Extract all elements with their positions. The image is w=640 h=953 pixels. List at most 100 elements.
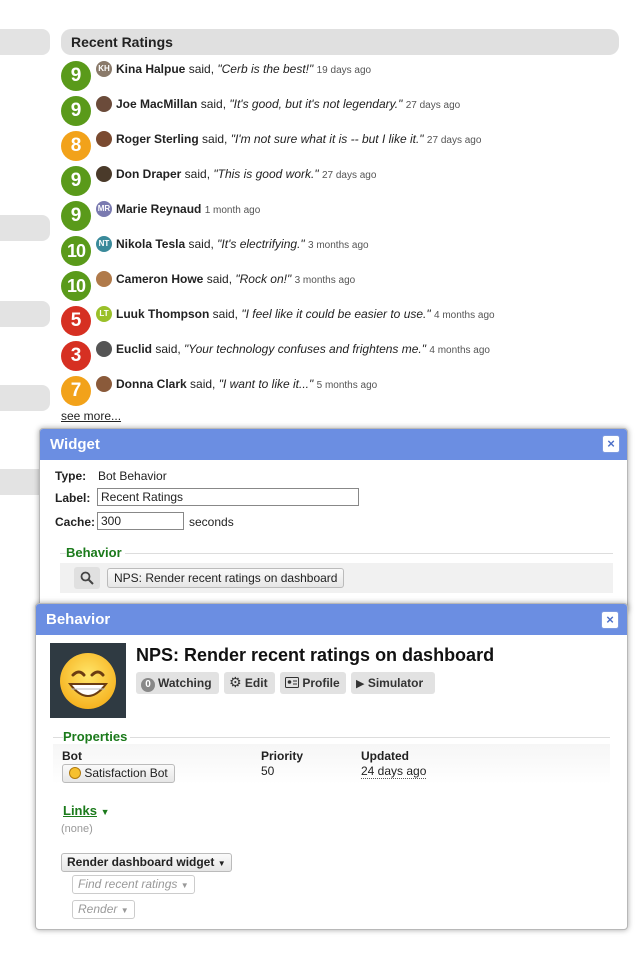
behavior-title-text: Behavior <box>46 611 111 628</box>
rating-text: Luuk Thompson said, "I feel like it coul… <box>116 307 495 321</box>
profile-button[interactable]: Profile <box>280 672 346 694</box>
type-value: Bot Behavior <box>98 469 167 483</box>
user-name-link[interactable]: Cameron Howe <box>116 272 203 286</box>
rating-quote: "I feel like it could be easier to use." <box>241 307 431 321</box>
rating-text: Cameron Howe said, "Rock on!" 3 months a… <box>116 272 355 286</box>
watching-button[interactable]: 0 Watching <box>136 672 219 694</box>
caret-down-icon: ▼ <box>180 881 189 890</box>
rating-quote: "Cerb is the best!" <box>217 62 314 76</box>
user-avatar[interactable] <box>96 166 112 182</box>
play-icon: ▶ <box>356 678 365 690</box>
said-text: said, <box>203 272 236 286</box>
find-ratings-node[interactable]: Find recent ratings ▼ <box>72 875 195 894</box>
cache-input[interactable] <box>97 512 184 530</box>
said-text: said, <box>185 237 218 251</box>
updated-value: 24 days ago <box>361 764 427 779</box>
bot-avatar-icon <box>69 767 81 779</box>
rating-row: 5 LT Luuk Thompson said, "I feel like it c… <box>61 306 621 341</box>
edit-label: Edit <box>244 676 268 690</box>
edit-button[interactable]: ⚙ Edit <box>224 672 275 694</box>
user-name-link[interactable]: Kina Halpue <box>116 62 185 76</box>
rating-timestamp: 3 months ago <box>294 275 356 286</box>
behavior-chip[interactable]: NPS: Render recent ratings on dashboard <box>107 568 345 588</box>
score-badge: 3 <box>61 341 91 371</box>
behavior-section-title: Behavior <box>66 545 125 560</box>
links-dropdown[interactable]: Links ▼ <box>63 803 110 818</box>
score-badge: 10 <box>61 271 91 301</box>
rating-text: Joe MacMillan said, "It's good, but it's… <box>116 97 460 111</box>
rating-quote: "Your technology confuses and frightens … <box>184 342 427 356</box>
bot-chip[interactable]: Satisfaction Bot <box>62 764 175 783</box>
label-label: Label: <box>55 491 91 505</box>
user-avatar[interactable] <box>96 341 112 357</box>
updated-header: Updated <box>361 749 409 763</box>
widget-title-text: Widget <box>50 436 100 453</box>
user-name-link[interactable]: Joe MacMillan <box>116 97 197 111</box>
find-ratings-label: Find recent ratings <box>78 877 178 891</box>
score-badge: 9 <box>61 96 91 126</box>
said-text: said, <box>198 132 231 146</box>
render-widget-node[interactable]: Render dashboard widget ▼ <box>61 853 232 872</box>
user-avatar[interactable]: LT <box>96 306 112 322</box>
left-nav-stub <box>0 215 50 241</box>
user-avatar[interactable] <box>96 376 112 392</box>
priority-header: Priority <box>261 749 304 763</box>
bot-header: Bot <box>62 749 82 763</box>
user-avatar[interactable] <box>96 131 112 147</box>
rating-row: 9 MR Marie Reynaud 1 month ago <box>61 201 621 236</box>
user-name-link[interactable]: Don Draper <box>116 167 181 181</box>
score-badge: 5 <box>61 306 91 336</box>
user-avatar[interactable] <box>96 96 112 112</box>
score-badge: 7 <box>61 376 91 406</box>
user-name-link[interactable]: Roger Sterling <box>116 132 199 146</box>
score-badge: 9 <box>61 166 91 196</box>
rating-timestamp: 1 month ago <box>204 205 261 216</box>
rating-row: 9 Don Draper said, "This is good work." 2… <box>61 166 621 201</box>
user-avatar[interactable]: KH <box>96 61 112 77</box>
said-text: said, <box>186 377 219 391</box>
grinning-face-icon <box>60 653 116 709</box>
search-button[interactable] <box>74 567 100 589</box>
rating-timestamp: 27 days ago <box>426 135 482 146</box>
simulator-button[interactable]: ▶ Simulator <box>351 672 435 694</box>
behavior-heading: NPS: Render recent ratings on dashboard <box>136 645 495 665</box>
rating-text: Roger Sterling said, "I'm not sure what … <box>116 132 481 146</box>
watcher-count-badge: 0 <box>141 678 155 692</box>
user-name-link[interactable]: Euclid <box>116 342 152 356</box>
behavior-popup-title: Behavior × <box>36 604 627 635</box>
left-nav-stub <box>0 301 50 327</box>
rating-quote: "This is good work." <box>213 167 319 181</box>
user-name-link[interactable]: Marie Reynaud <box>116 202 201 216</box>
rating-text: Kina Halpue said, "Cerb is the best!" 19… <box>116 62 371 76</box>
caret-down-icon: ▼ <box>217 859 226 868</box>
watching-label: Watching <box>158 676 212 690</box>
user-name-link[interactable]: Luuk Thompson <box>116 307 209 321</box>
widget-popup-title: Widget × <box>40 429 627 460</box>
user-avatar[interactable]: NT <box>96 236 112 252</box>
rating-row: 10 NT Nikola Tesla said, "It's electrifyin… <box>61 236 621 271</box>
user-avatar[interactable] <box>96 271 112 287</box>
gear-icon: ⚙ <box>229 674 242 690</box>
bot-name: Satisfaction Bot <box>84 766 168 780</box>
label-input[interactable] <box>97 488 359 506</box>
properties-section-title: Properties <box>63 729 131 744</box>
rating-timestamp: 4 months ago <box>429 345 490 356</box>
widget-close-button[interactable]: × <box>602 435 620 453</box>
user-name-link[interactable]: Nikola Tesla <box>116 237 185 251</box>
rating-quote: "It's electrifying." <box>217 237 305 251</box>
rating-row: 3 Euclid said, "Your technology confuses … <box>61 341 621 376</box>
render-node[interactable]: Render ▼ <box>72 900 135 919</box>
said-text: said, <box>209 307 242 321</box>
rating-timestamp: 19 days ago <box>316 65 372 76</box>
rating-row: 10 Cameron Howe said, "Rock on!" 3 months… <box>61 271 621 306</box>
behavior-close-button[interactable]: × <box>601 611 619 629</box>
score-badge: 9 <box>61 201 91 231</box>
behavior-divider <box>60 553 613 554</box>
user-name-link[interactable]: Donna Clark <box>116 377 187 391</box>
said-text: said, <box>185 62 218 76</box>
see-more-link[interactable]: see more... <box>61 409 121 423</box>
search-icon <box>80 571 94 585</box>
links-label: Links <box>63 803 97 818</box>
user-avatar[interactable]: MR <box>96 201 112 217</box>
rating-text: Nikola Tesla said, "It's electrifying." … <box>116 237 369 251</box>
